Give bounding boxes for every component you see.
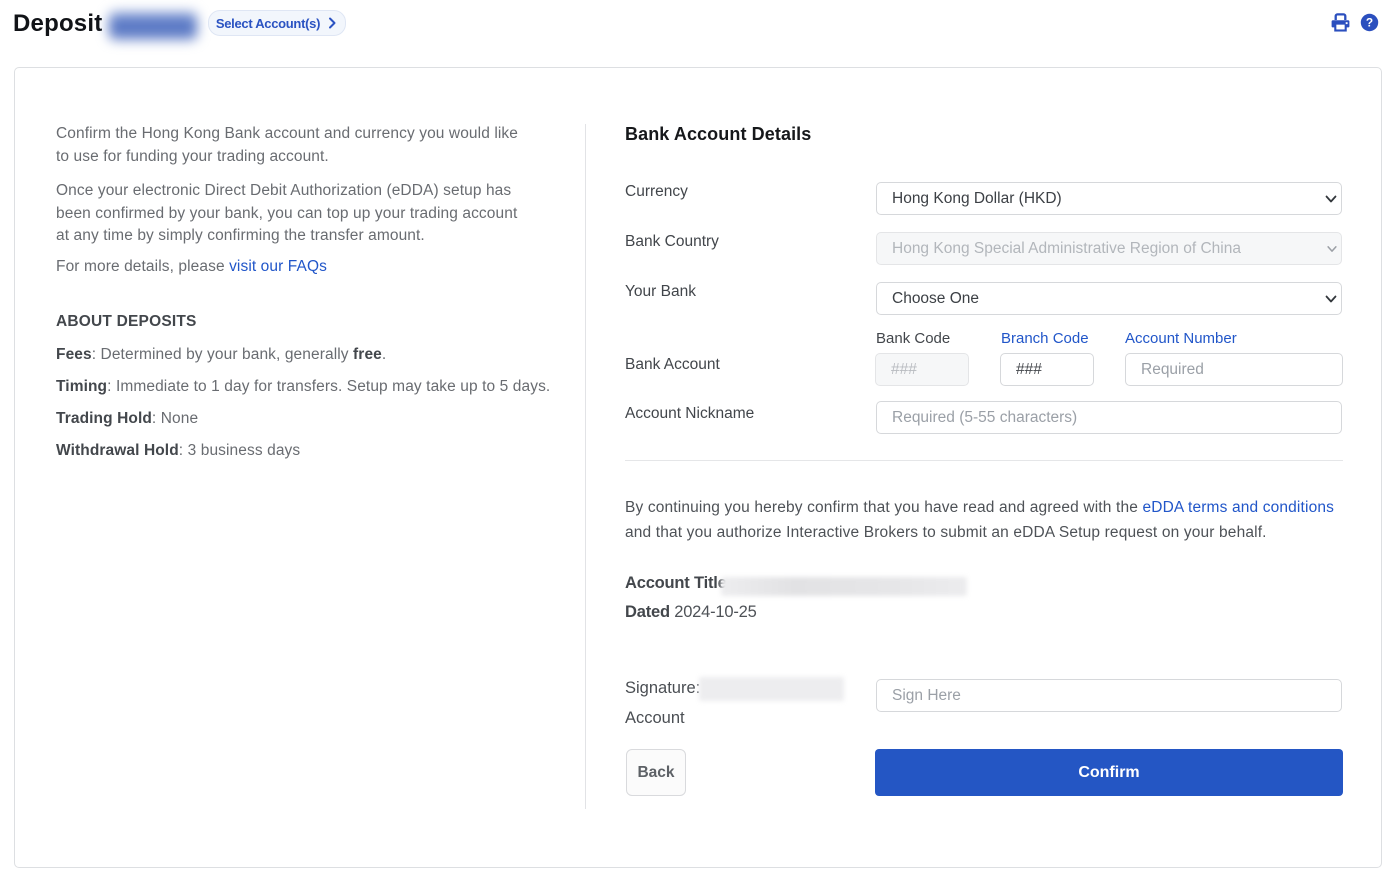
svg-text:?: ?	[1366, 16, 1373, 30]
